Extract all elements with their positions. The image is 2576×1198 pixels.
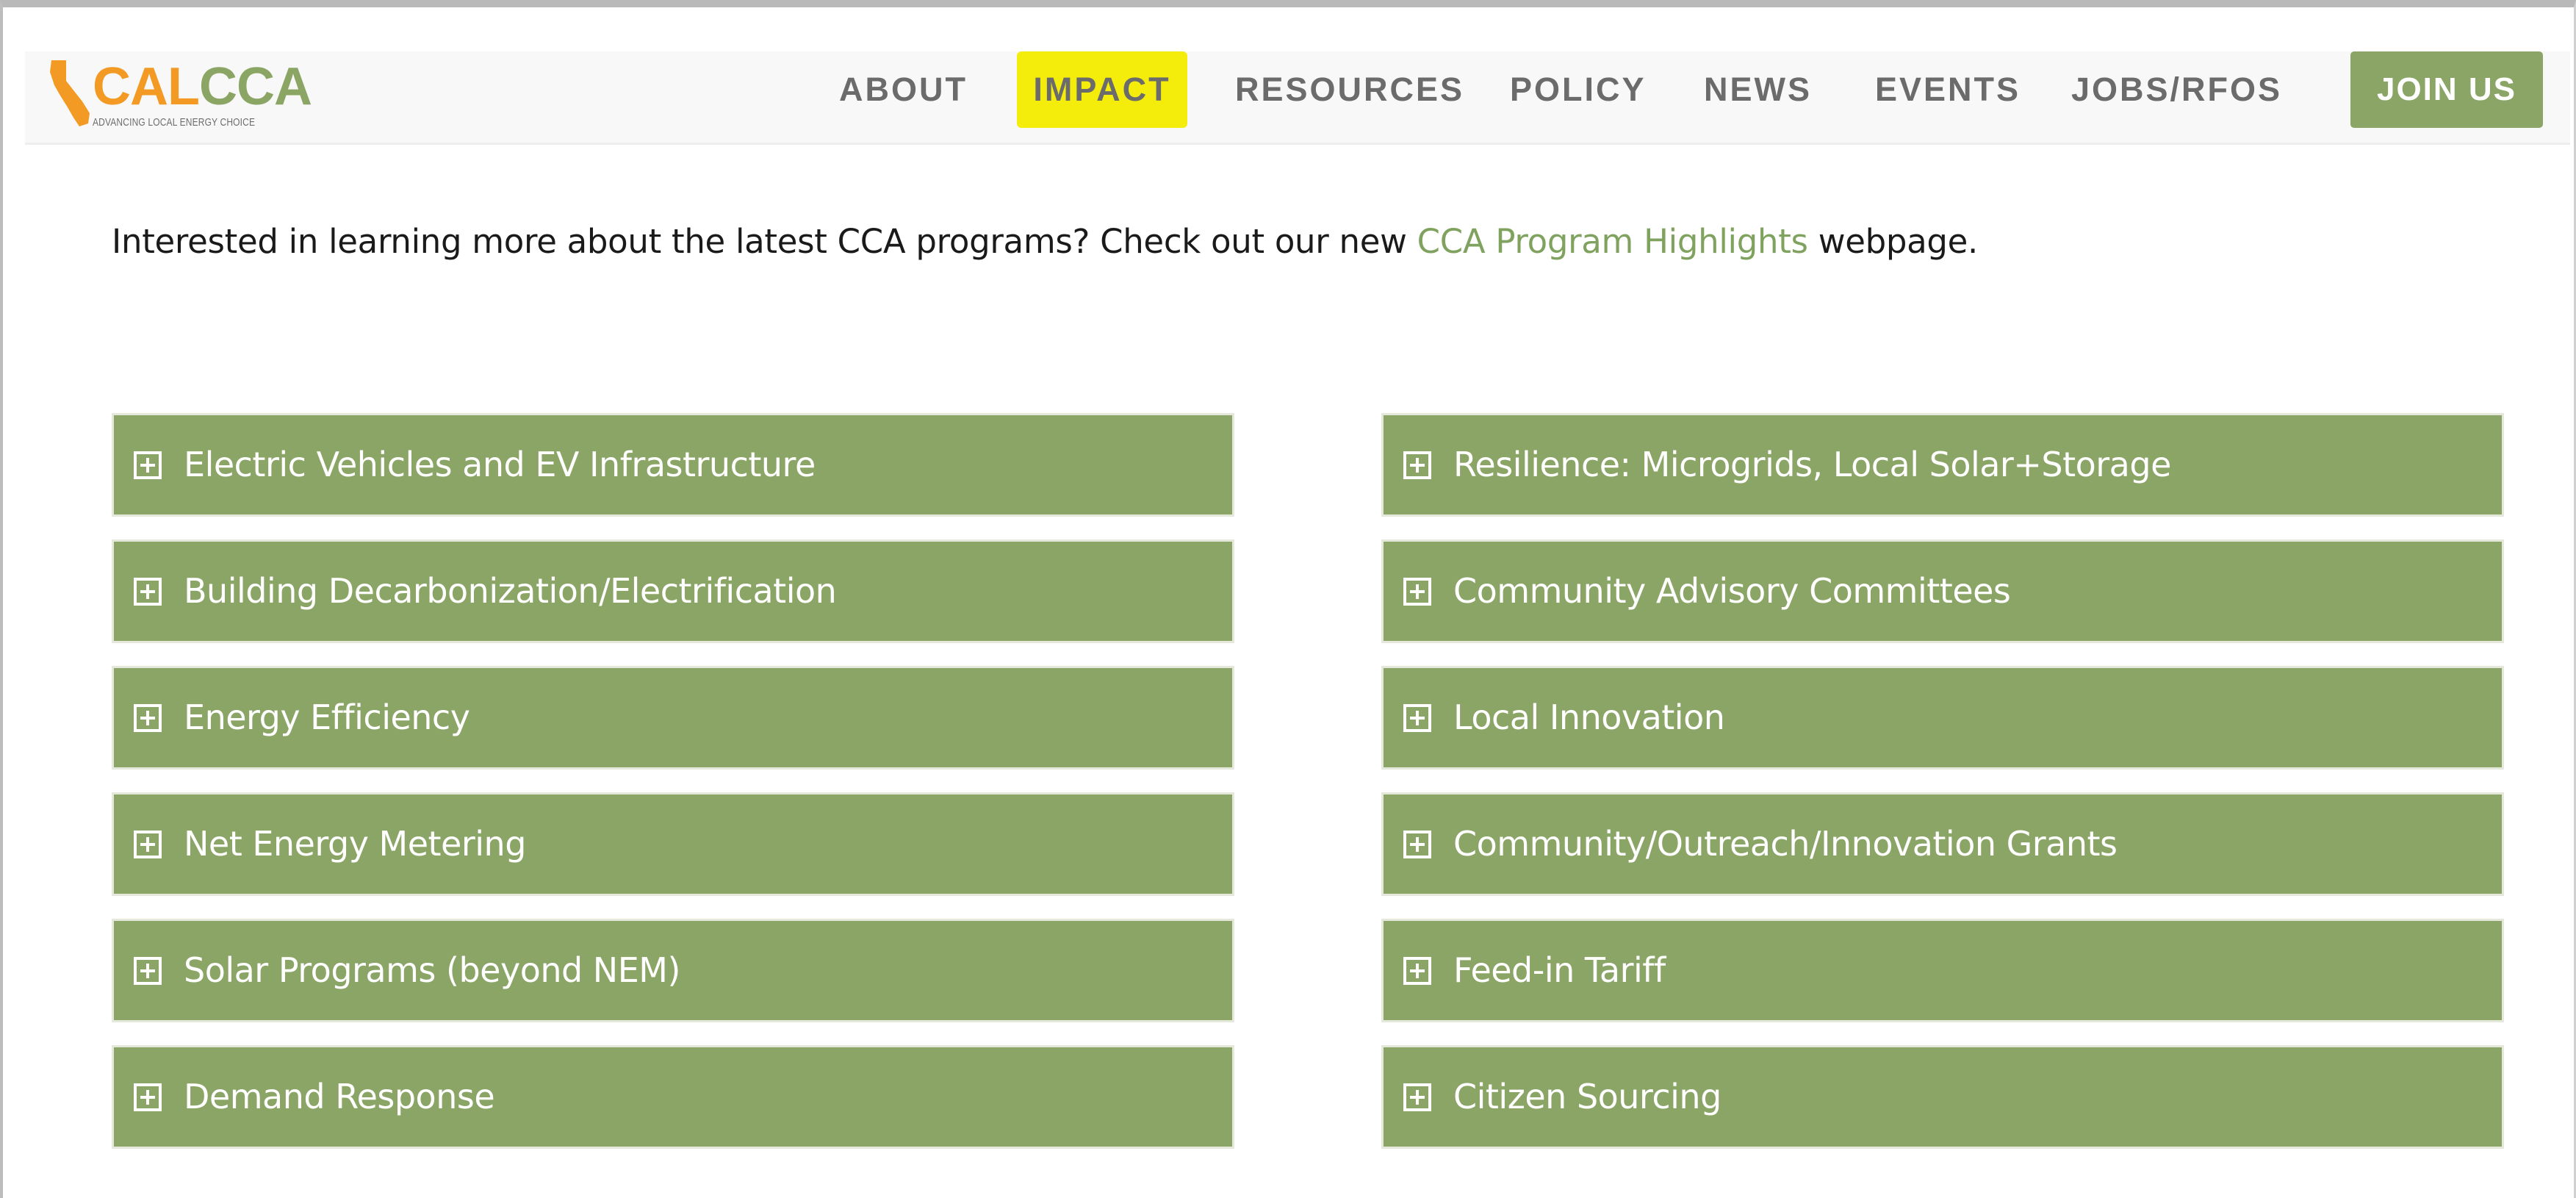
logo-wordmark: CALCCA — [93, 57, 312, 116]
plus-square-icon — [1403, 577, 1431, 606]
accordion-label: Community/Outreach/Innovation Grants — [1453, 824, 2118, 864]
accordion-item-citizen-sourcing[interactable]: Citizen Sourcing — [1381, 1045, 2504, 1149]
plus-square-icon — [1403, 703, 1431, 732]
nav-item-policy[interactable]: POLICY — [1510, 51, 1647, 128]
accordion-label: Citizen Sourcing — [1453, 1077, 1721, 1116]
logo-tagline: ADVANCING LOCAL ENERGY CHOICE — [93, 116, 256, 129]
plus-square-icon — [1403, 451, 1431, 479]
site-logo[interactable]: CALCCA ADVANCING LOCAL ENERGY CHOICE — [47, 56, 312, 137]
accordion-label: Community Advisory Committees — [1453, 571, 2011, 611]
plus-square-icon — [1403, 1083, 1431, 1111]
accordion-label: Resilience: Microgrids, Local Solar+Stor… — [1453, 445, 2171, 484]
accordion-label: Electric Vehicles and EV Infrastructure — [184, 445, 816, 484]
plus-square-icon — [1403, 830, 1431, 858]
california-state-icon — [50, 60, 90, 126]
plus-square-icon — [134, 956, 162, 985]
plus-square-icon — [134, 1083, 162, 1111]
accordion-label: Energy Efficiency — [184, 697, 470, 737]
accordion-item-grants[interactable]: Community/Outreach/Innovation Grants — [1381, 792, 2504, 896]
accordion-item-demand-response[interactable]: Demand Response — [112, 1045, 1234, 1149]
intro-text-after: webpage. — [1807, 222, 1979, 261]
accordion-item-ev-infrastructure[interactable]: Electric Vehicles and EV Infrastructure — [112, 413, 1234, 517]
nav-item-jobs-rfos[interactable]: JOBS/RFOS — [2071, 51, 2282, 128]
join-us-button[interactable]: JOIN US — [2350, 51, 2543, 128]
accordion-item-energy-efficiency[interactable]: Energy Efficiency — [112, 666, 1234, 770]
accordion-label: Demand Response — [184, 1077, 495, 1116]
nav-item-about[interactable]: ABOUT — [839, 51, 968, 128]
accordion-item-local-innovation[interactable]: Local Innovation — [1381, 666, 2504, 770]
accordion-item-net-energy-metering[interactable]: Net Energy Metering — [112, 792, 1234, 896]
accordion-label: Solar Programs (beyond NEM) — [184, 950, 680, 990]
accordion-item-feed-in-tariff[interactable]: Feed-in Tariff — [1381, 919, 2504, 1022]
accordion-item-resilience[interactable]: Resilience: Microgrids, Local Solar+Stor… — [1381, 413, 2504, 517]
nav-item-news[interactable]: NEWS — [1704, 51, 1812, 128]
accordion-label: Building Decarbonization/Electrification — [184, 571, 837, 611]
nav-item-resources[interactable]: RESOURCES — [1235, 51, 1464, 128]
intro-text-before: Interested in learning more about the la… — [112, 222, 1417, 261]
plus-square-icon — [1403, 956, 1431, 985]
plus-square-icon — [134, 577, 162, 606]
nav-item-impact[interactable]: IMPACT — [1017, 51, 1187, 128]
accordion-item-solar-programs[interactable]: Solar Programs (beyond NEM) — [112, 919, 1234, 1022]
program-highlights-link[interactable]: CCA Program Highlights — [1417, 222, 1808, 261]
site-header: CALCCA ADVANCING LOCAL ENERGY CHOICE ABO… — [25, 51, 2570, 145]
plus-square-icon — [134, 451, 162, 479]
accordion-label: Net Energy Metering — [184, 824, 526, 864]
accordion-label: Local Innovation — [1453, 697, 1725, 737]
accordion-item-community-advisory-committees[interactable]: Community Advisory Committees — [1381, 539, 2504, 643]
nav-item-events[interactable]: EVENTS — [1875, 51, 2021, 128]
plus-square-icon — [134, 830, 162, 858]
plus-square-icon — [134, 703, 162, 732]
accordion-label: Feed-in Tariff — [1453, 950, 1666, 990]
accordion-item-building-decarbonization[interactable]: Building Decarbonization/Electrification — [112, 539, 1234, 643]
intro-text: Interested in learning more about the la… — [112, 222, 1978, 261]
